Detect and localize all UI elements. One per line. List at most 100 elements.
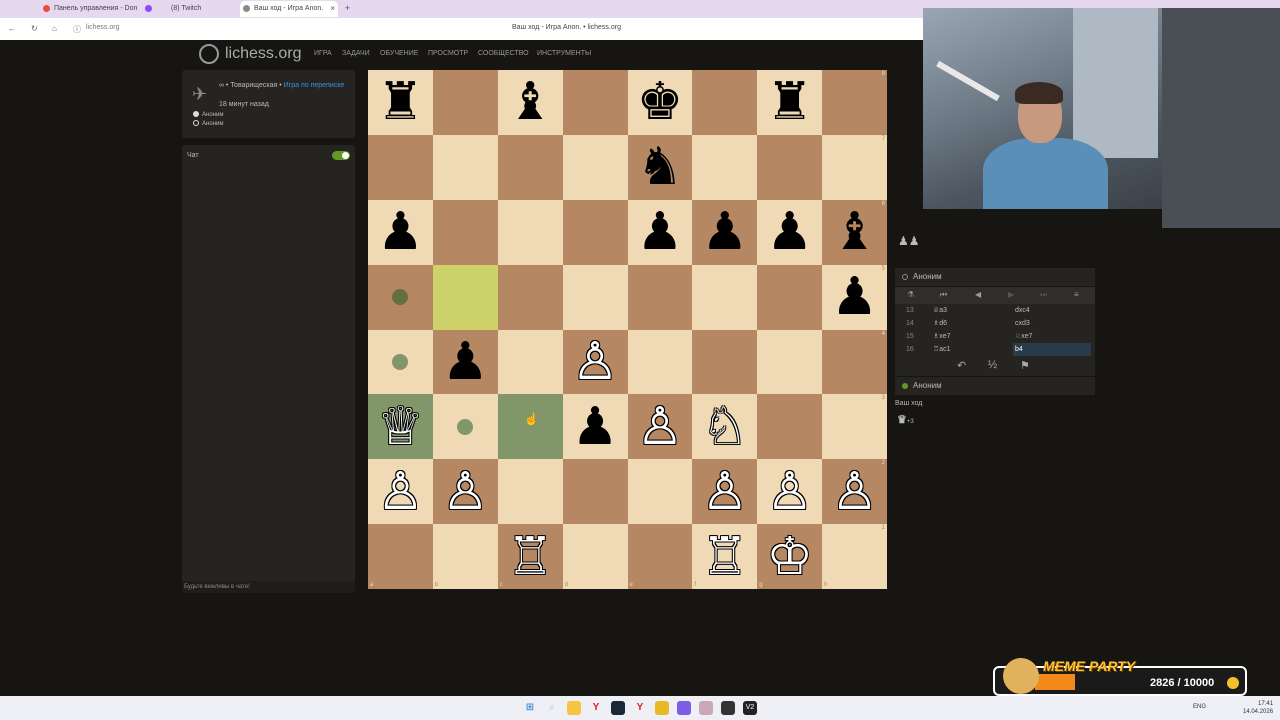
legal-move-dot[interactable] bbox=[392, 289, 409, 306]
square-h5[interactable]: ♟ 5 bbox=[822, 264, 887, 330]
legal-move-dot[interactable] bbox=[392, 353, 409, 370]
white-move[interactable]: ♖ac1 bbox=[933, 343, 951, 356]
square-g2[interactable]: ♙ bbox=[757, 459, 823, 525]
resign-flag-icon[interactable]: ⚑ bbox=[1020, 359, 1030, 372]
black-piece-icon[interactable]: ♜ bbox=[766, 76, 813, 128]
square-e7[interactable]: ♞ bbox=[627, 134, 693, 200]
square-d5[interactable] bbox=[562, 264, 628, 330]
language-indicator[interactable]: ENG bbox=[1193, 704, 1206, 710]
square-b7[interactable] bbox=[432, 134, 498, 200]
home-icon[interactable]: ⌂ bbox=[52, 24, 57, 33]
menu-play[interactable]: ИГРА bbox=[314, 50, 332, 57]
player-black[interactable]: Аноним bbox=[193, 120, 223, 127]
square-a4[interactable] bbox=[368, 329, 433, 395]
square-h3[interactable]: 3 bbox=[822, 394, 887, 460]
square-b4[interactable]: ♟ bbox=[432, 329, 498, 395]
black-piece-icon[interactable]: ♜ bbox=[377, 76, 424, 128]
black-move[interactable]: ♘xe7 bbox=[1013, 330, 1091, 343]
square-b5[interactable] bbox=[432, 264, 498, 330]
black-piece-icon[interactable]: ♝ bbox=[831, 206, 878, 258]
white-move[interactable]: ♕a3 bbox=[933, 304, 947, 317]
white-piece-icon[interactable]: ♔ bbox=[766, 531, 813, 583]
url-field[interactable]: lichess.org bbox=[86, 24, 119, 31]
white-piece-icon[interactable]: ♖ bbox=[507, 531, 554, 583]
black-move[interactable]: b4 bbox=[1013, 343, 1091, 356]
v2-app-icon[interactable]: V2 bbox=[743, 701, 757, 715]
last-move-icon[interactable]: ⏭ bbox=[1040, 290, 1047, 300]
square-a1[interactable]: a bbox=[368, 524, 433, 589]
square-h1[interactable]: 1h bbox=[822, 524, 887, 589]
square-g4[interactable] bbox=[757, 329, 823, 395]
square-e1[interactable]: e bbox=[627, 524, 693, 589]
next-move-icon[interactable]: ▶ bbox=[1008, 290, 1014, 299]
square-g8[interactable]: ♜ bbox=[757, 70, 823, 135]
yandex-browser-icon[interactable]: Y bbox=[589, 701, 603, 715]
square-g5[interactable] bbox=[757, 264, 823, 330]
square-e8[interactable]: ♚ bbox=[627, 70, 693, 135]
white-piece-icon[interactable]: ♙ bbox=[572, 336, 619, 388]
reload-icon[interactable]: ↻ bbox=[31, 24, 38, 33]
black-move[interactable]: cxd3 bbox=[1013, 317, 1091, 330]
opponent-name[interactable]: Аноним bbox=[913, 272, 942, 281]
square-h7[interactable]: 7 bbox=[822, 134, 887, 200]
file-explorer-icon[interactable] bbox=[567, 701, 581, 715]
analysis-icon[interactable]: ⚗ bbox=[907, 290, 914, 299]
player-white[interactable]: Аноним bbox=[193, 111, 223, 118]
square-c4[interactable] bbox=[497, 329, 563, 395]
square-h6[interactable]: ♝ 6 bbox=[822, 199, 887, 265]
close-tab-icon[interactable]: × bbox=[330, 1, 335, 17]
square-e2[interactable] bbox=[627, 459, 693, 525]
legal-move-dot[interactable] bbox=[457, 418, 474, 435]
white-piece-icon[interactable]: ♙ bbox=[702, 466, 749, 518]
player-name[interactable]: Аноним bbox=[913, 381, 942, 390]
square-d3[interactable]: ♟ bbox=[562, 394, 628, 460]
square-e3[interactable]: ♙ bbox=[627, 394, 693, 460]
chess-board[interactable]: ♜ ♝ ♚ ♜ 8 ♞ 7 ♟ ♟ ♟ ♟ ♝ 6 ♟ 5 ♟ ♙ 4 ♕ ♟ ♙ ♘ 3 ♙ ♙ ♙ ♙ ♙ 2 a b ♖ c d e ♖ f ♔ g 1… bbox=[368, 70, 887, 589]
white-piece-icon[interactable]: ♙ bbox=[766, 466, 813, 518]
square-d2[interactable] bbox=[562, 459, 628, 525]
square-c2[interactable] bbox=[497, 459, 563, 525]
white-piece-icon[interactable]: ♙ bbox=[637, 401, 684, 453]
draw-offer-icon[interactable]: ½ bbox=[988, 359, 997, 371]
menu-puzzles[interactable]: ЗАДАЧИ bbox=[342, 50, 370, 57]
square-a7[interactable] bbox=[368, 134, 433, 200]
square-f2[interactable]: ♙ bbox=[692, 459, 758, 525]
square-e5[interactable] bbox=[627, 264, 693, 330]
tab-lichess[interactable]: Ваш ход - Игра Anon. × bbox=[240, 1, 338, 17]
square-h8[interactable]: 8 bbox=[822, 70, 887, 135]
discord-icon[interactable] bbox=[677, 701, 691, 715]
square-g7[interactable] bbox=[757, 134, 823, 200]
tab-twitch[interactable]: (8) Twitch bbox=[142, 1, 237, 17]
square-f1[interactable]: ♖ f bbox=[692, 524, 758, 589]
clock[interactable]: 17:41 14.04.2026 bbox=[1243, 700, 1273, 716]
chat-input[interactable]: Будьте вежливы в чате! bbox=[182, 581, 355, 593]
square-h2[interactable]: ♙ 2 bbox=[822, 459, 887, 525]
square-d8[interactable] bbox=[562, 70, 628, 135]
square-a8[interactable]: ♜ bbox=[368, 70, 433, 135]
first-move-icon[interactable]: ⏮ bbox=[940, 290, 947, 300]
white-move[interactable]: ♗d6 bbox=[933, 317, 947, 330]
square-d4[interactable]: ♙ bbox=[562, 329, 628, 395]
menu-learn[interactable]: ОБУЧЕНИЕ bbox=[380, 50, 418, 57]
square-f5[interactable] bbox=[692, 264, 758, 330]
white-piece-icon[interactable]: ♕ bbox=[377, 401, 424, 453]
square-c7[interactable] bbox=[497, 134, 563, 200]
active-app-icon[interactable] bbox=[699, 701, 713, 715]
site-info-icon[interactable]: ⓘ bbox=[73, 24, 81, 35]
takeback-icon[interactable]: ↶ bbox=[957, 359, 966, 372]
back-icon[interactable]: ← bbox=[8, 24, 16, 33]
menu-tools[interactable]: ИНСТРУМЕНТЫ bbox=[537, 50, 591, 57]
black-piece-icon[interactable]: ♟ bbox=[377, 206, 424, 258]
menu-community[interactable]: СООБЩЕСТВО bbox=[478, 50, 529, 57]
black-move[interactable]: dxc4 bbox=[1013, 304, 1091, 317]
white-piece-icon[interactable]: ♖ bbox=[702, 531, 749, 583]
white-move[interactable]: ♗xe7 bbox=[933, 330, 951, 343]
square-c3[interactable] bbox=[497, 394, 563, 460]
square-a3[interactable]: ♕ bbox=[368, 394, 433, 460]
black-piece-icon[interactable]: ♟ bbox=[831, 271, 878, 323]
prev-move-icon[interactable]: ◀ bbox=[975, 290, 981, 299]
square-g6[interactable]: ♟ bbox=[757, 199, 823, 265]
square-e6[interactable]: ♟ bbox=[627, 199, 693, 265]
black-piece-icon[interactable]: ♚ bbox=[637, 76, 684, 128]
app-icon[interactable] bbox=[721, 701, 735, 715]
